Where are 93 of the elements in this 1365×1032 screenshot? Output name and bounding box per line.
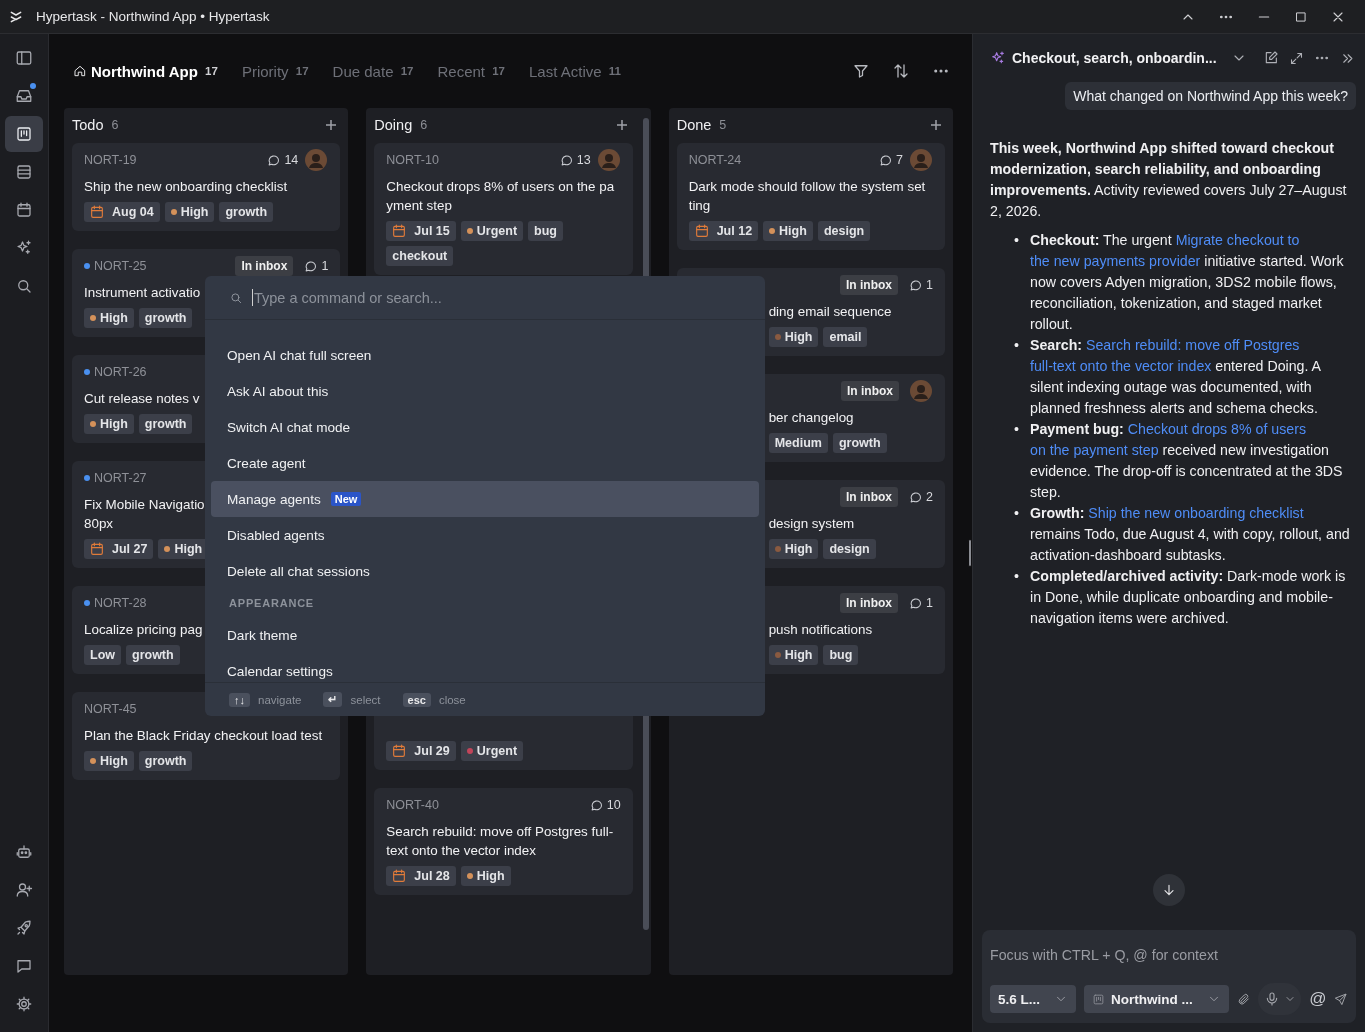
task-id: NORT-26 (94, 365, 147, 379)
inbox-badge: In inbox (840, 593, 899, 613)
hint-label: navigate (258, 693, 302, 706)
bullet-text: Search: Search rebuild: move off Postgres full-text onto the vector index entered Doing. A silent indexing outage was documented, with planned freshness alerts and schema checks. (1030, 336, 1322, 418)
tag-chip: design (823, 539, 876, 559)
due-date-chip: Jul 29 (386, 741, 456, 761)
comment-count: 7 (896, 153, 903, 167)
task-title: Search rebuild: move off Postgres full- text onto the vector index (386, 823, 614, 860)
task-title: design system (768, 515, 855, 533)
priority-chip: Medium (768, 433, 828, 453)
comment-count: 2 (926, 490, 933, 504)
priority-chip: High (768, 645, 819, 665)
summary-text: This week, Northwind App shifted toward checkout modernization, search reliability, and onboarding improvements. Activity reviewed covers July 27–August 2, 2026. (990, 139, 1348, 221)
task-title: ding email sequence (768, 303, 892, 321)
column-title: Done (676, 116, 712, 133)
due-date-chip: Jul 28 (386, 866, 456, 886)
task-id: NORT-19 (84, 153, 137, 167)
bullet-marker: • (1014, 420, 1020, 439)
task-title: Instrument activatio (84, 284, 201, 302)
comment-count: 1 (926, 278, 933, 292)
task-title: ber changelog (768, 409, 854, 427)
hint-label: select (350, 693, 381, 706)
bullet-marker: • (1014, 567, 1020, 586)
priority-chip: High (164, 202, 215, 222)
task-title: Localize pricing pag (84, 621, 203, 639)
tag-chip: growth (138, 751, 193, 771)
task-id: NORT-10 (386, 153, 439, 167)
window-title: Hypertask - Northwind App • Hypertask (36, 9, 271, 24)
task-id: NORT-27 (94, 471, 147, 485)
inbox-badge: In inbox (840, 487, 899, 507)
task-title: Fix Mobile Navigatio 80px (84, 496, 205, 533)
inbox-badge: In inbox (840, 275, 899, 295)
due-date-chip: Jul 27 (84, 539, 154, 559)
inbox-badge: In inbox (235, 256, 294, 276)
tag-chip: checkout (386, 246, 454, 266)
task-title: Cut release notes v (84, 390, 200, 408)
inbox-badge: In inbox (841, 381, 899, 401)
task-id: NORT-28 (94, 596, 147, 610)
column-count: 6 (111, 117, 119, 132)
due-date-chip: Jul 15 (386, 221, 456, 241)
task-id: NORT-40 (386, 798, 439, 812)
key-hint: esc (402, 692, 431, 707)
new-badge: New (330, 492, 362, 506)
bullet-marker: • (1014, 504, 1020, 523)
tag-chip: growth (138, 308, 193, 328)
tag-chip: growth (219, 202, 274, 222)
user-message: What changed on Northwind App this week? (1065, 82, 1356, 110)
comment-count: 13 (576, 153, 591, 167)
tag-chip: growth (832, 433, 887, 453)
task-title: push notifications (768, 621, 873, 639)
priority-chip: Low (84, 645, 121, 665)
due-date-chip: Aug 04 (84, 202, 160, 222)
bullet-text: Checkout: The urgent Migrate checkout to the new payments provider initiative started. Work now covers Adyen migration, 3DS2 mobile flows, reconciliation, tokenization, and staged market rollout. (1030, 231, 1345, 334)
comment-count: 1 (321, 259, 329, 273)
priority-chip: High (84, 751, 134, 771)
bullet-marker: • (1014, 231, 1020, 250)
bullet-text: Growth: Ship the new onboarding checklist remains Todo, due August 4, with copy, rollout, and activation-dashboard subtasks. (1030, 504, 1351, 565)
tag-chip: growth (138, 414, 193, 434)
task-title: Plan the Black Friday checkout load test (84, 727, 323, 745)
tag-chip: design (817, 221, 871, 241)
task-title: Checkout drops 8% of users on the pa yment step (386, 178, 615, 215)
priority-chip: High (84, 308, 134, 328)
priority-chip: Urgent (460, 221, 524, 241)
bullet-text: Completed/archived activity: Dark-mode work is in Done, while duplicate onboarding and mobile-navigation items were archived. (1030, 567, 1347, 628)
hint-label: close (438, 693, 466, 706)
comment-count: 10 (606, 798, 621, 812)
task-title: Dark mode should follow the system set ting (688, 178, 926, 215)
column-title: Todo (72, 116, 104, 133)
priority-chip: Urgent (460, 741, 524, 761)
task-title: Ship the new onboarding checklist (84, 178, 288, 196)
section-heading: APPEARANCE (228, 596, 315, 611)
column-title: Doing (374, 116, 413, 133)
priority-chip: High (84, 414, 134, 434)
priority-chip: High (460, 866, 511, 886)
key-hint: ↵ (323, 692, 343, 707)
due-date-chip: Jul 12 (688, 221, 759, 241)
priority-chip: High (768, 539, 819, 559)
comment-count: 1 (926, 596, 933, 610)
task-id: NORT-24 (688, 153, 742, 167)
bullet-marker: • (1014, 336, 1020, 355)
column-count: 6 (420, 117, 428, 132)
tag-chip: bug (528, 221, 563, 241)
priority-chip: High (763, 221, 813, 241)
tag-chip: growth (126, 645, 180, 665)
tag-chip: bug (823, 645, 859, 665)
tag-chip: email (823, 327, 868, 347)
comment-count: 14 (284, 153, 299, 167)
priority-chip: High (768, 327, 819, 347)
column-count: 5 (719, 117, 727, 132)
key-hint: ↑↓ (229, 692, 250, 707)
task-id: NORT-45 (84, 702, 137, 716)
bullet-text: Payment bug: Checkout drops 8% of users on the payment step received new investigation evidence. The drop-off is concentrated at the 3DS step. (1030, 420, 1344, 502)
task-id: NORT-25 (94, 259, 147, 273)
